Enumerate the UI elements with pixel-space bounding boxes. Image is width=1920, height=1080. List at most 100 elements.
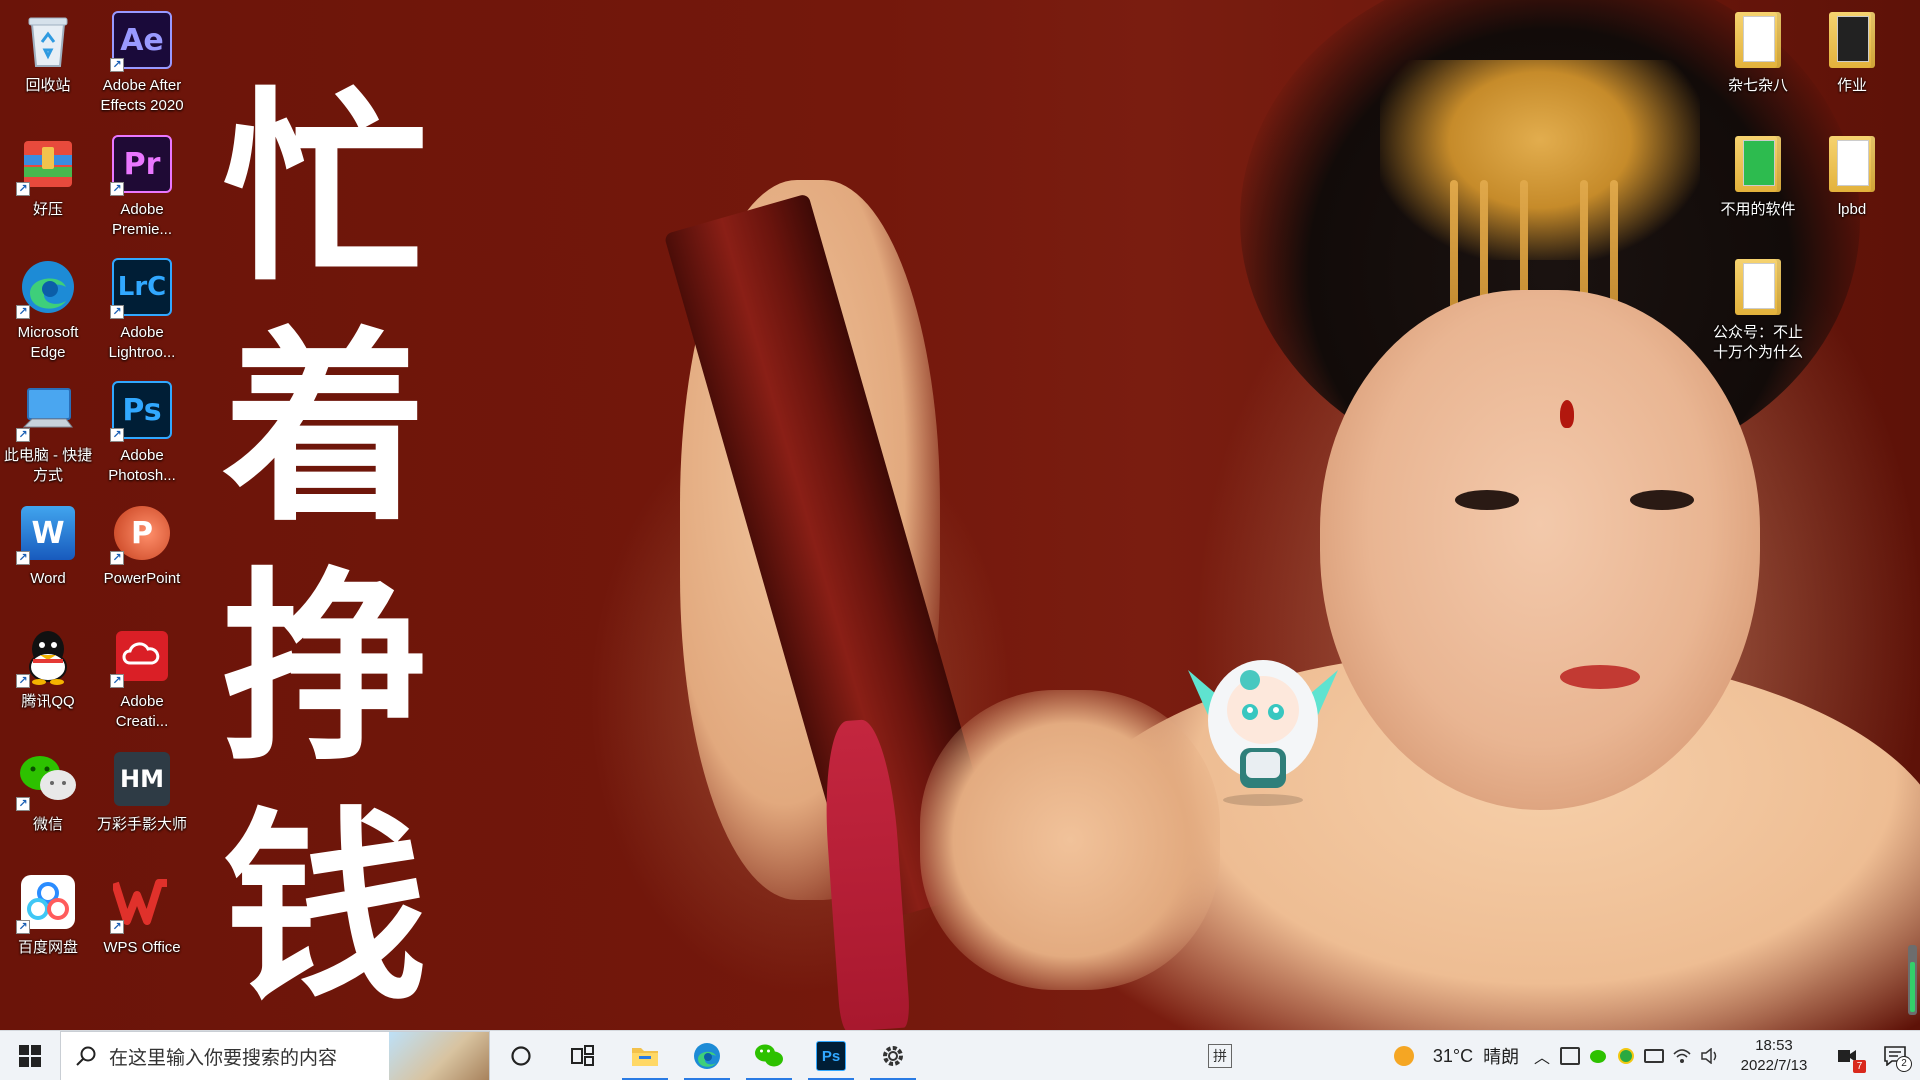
wallpaper-calligraphy: 忙 着 挣 钱 — [215, 70, 435, 1030]
haozip-icon: ↗ — [16, 134, 78, 196]
shortcut-arrow-icon: ↗ — [16, 182, 30, 196]
taskbar-edge[interactable] — [676, 1031, 738, 1080]
desktop-icon-label: 百度网盘 — [17, 939, 78, 956]
weather-widget-icon-wrap[interactable] — [1384, 1031, 1424, 1080]
tray-wifi[interactable] — [1668, 1031, 1696, 1080]
photoshop-icon: Ps ↗ — [110, 380, 172, 442]
tray-wechat[interactable] — [1584, 1031, 1612, 1080]
app-abbr: LrC — [117, 272, 167, 302]
wifi-icon — [1673, 1049, 1691, 1063]
wancai-icon: HM — [112, 749, 172, 809]
wallpaper-char: 挣 — [222, 551, 428, 789]
shortcut-arrow-icon: ↗ — [16, 674, 30, 688]
desktop-folder-unused-software[interactable]: 不用的软件 — [1710, 128, 1806, 240]
notification-badge: 7 — [1853, 1060, 1866, 1073]
desktop-icon-after-effects[interactable]: Ae ↗ Adobe After Effects 2020 — [94, 4, 190, 116]
tray-app-1[interactable] — [1556, 1031, 1584, 1080]
chevron-up-icon: ︿ — [1533, 1050, 1550, 1067]
desktop-folder-zaqizaba[interactable]: 杂七杂八 — [1710, 4, 1806, 116]
wallpaper-char: 忙 — [222, 71, 428, 309]
desktop-icon-label: 回收站 — [25, 77, 71, 94]
desktop-icon-label: 万彩手影大师 — [96, 816, 187, 833]
shortcut-arrow-icon: ↗ — [16, 797, 30, 811]
app-abbr: Ps — [821, 1047, 841, 1065]
desktop-icon-label: Adobe Premie... — [111, 201, 172, 238]
clock-time: 18:53 — [1755, 1037, 1793, 1054]
baidu-netdisk-icon: ↗ — [16, 872, 78, 934]
shortcut-arrow-icon: ↗ — [16, 428, 30, 442]
shortcut-arrow-icon: ↗ — [110, 58, 124, 72]
taskbar-settings[interactable] — [862, 1031, 924, 1080]
desktop-icon-wps[interactable]: ↗ WPS Office — [94, 866, 190, 978]
wechat-icon — [1590, 1049, 1606, 1063]
tray-green-app[interactable] — [1612, 1031, 1640, 1080]
desktop-folder-gongzhonghao[interactable]: 公众号：不止十万个为什么 — [1710, 251, 1806, 363]
battery-icon — [1644, 1049, 1664, 1063]
this-pc-icon: ↗ — [16, 380, 78, 442]
action-center-button[interactable]: 2 — [1870, 1031, 1920, 1080]
wallpaper-char: 着 — [222, 311, 428, 549]
desktop-icon-label: lpbd — [1837, 201, 1867, 218]
start-button[interactable] — [0, 1031, 60, 1080]
desktop-icon-wechat[interactable]: ↗ 微信 — [0, 743, 96, 855]
desktop-icon-label: Microsoft Edge — [17, 324, 79, 361]
desktop-icon-baidu-netdisk[interactable]: ↗ 百度网盘 — [0, 866, 96, 978]
desktop-icon-creative-cloud[interactable]: ↗ Adobe Creati... — [94, 620, 190, 732]
app-abbr: Pr — [123, 146, 161, 182]
desktop-icon-qq[interactable]: ↗ 腾讯QQ — [0, 620, 96, 732]
wallpaper-eye-left — [1455, 490, 1519, 510]
desktop-icon-label: 公众号：不止十万个为什么 — [1712, 324, 1803, 361]
ime-label: 拼 — [1213, 1048, 1227, 1064]
desktop-folder-lpbd[interactable]: lpbd — [1804, 128, 1900, 240]
show-hidden-icons-button[interactable]: ︿ — [1528, 1031, 1556, 1080]
taskbar-task-view[interactable] — [552, 1031, 614, 1080]
side-level-indicator — [1908, 945, 1917, 1015]
desktop-icon-photoshop[interactable]: Ps ↗ Adobe Photosh... — [94, 374, 190, 486]
desktop-icon-wancai[interactable]: HM 万彩手影大师 — [94, 743, 190, 855]
wps-icon: ↗ — [110, 872, 172, 934]
app-abbr: HM — [120, 765, 164, 793]
taskbar-file-explorer[interactable] — [614, 1031, 676, 1080]
desktop-icon-lightroom[interactable]: LrC ↗ Adobe Lightroo... — [94, 251, 190, 363]
desktop-icon-edge[interactable]: ↗ Microsoft Edge — [0, 251, 96, 363]
tray-battery[interactable] — [1640, 1031, 1668, 1080]
wallpaper-eye-right — [1630, 490, 1694, 510]
desktop-icon-recycle-bin[interactable]: 回收站 — [0, 4, 96, 116]
desktop-icon-label: Adobe After Effects 2020 — [100, 77, 184, 114]
taskbar-photoshop[interactable]: Ps — [800, 1031, 862, 1080]
tray-green-app-icon — [1618, 1048, 1634, 1064]
desktop-icon-premiere[interactable]: Pr ↗ Adobe Premie... — [94, 128, 190, 240]
tray-volume[interactable] — [1696, 1031, 1724, 1080]
windows-logo-icon — [19, 1045, 41, 1067]
taskbar-wechat[interactable] — [738, 1031, 800, 1080]
taskbar-cortana[interactable] — [490, 1031, 552, 1080]
desktop-icon-label: Word — [30, 570, 66, 587]
desktop-icon-label: 微信 — [32, 816, 63, 833]
desktop-icon-haozip[interactable]: ↗ 好压 — [0, 128, 96, 240]
weather-temp: 31°C — [1432, 1045, 1474, 1066]
clock-date: 2022/7/13 — [1740, 1057, 1808, 1074]
word-icon: W ↗ — [16, 503, 78, 565]
desktop-icon-this-pc[interactable]: ↗ 此电脑 - 快捷方式 — [0, 374, 96, 486]
app-abbr: P — [131, 515, 153, 551]
wechat-icon — [755, 1044, 783, 1067]
gear-icon — [883, 1046, 903, 1066]
clock[interactable]: 18:53 2022/7/13 — [1724, 1031, 1824, 1080]
app-abbr: Ps — [122, 392, 162, 428]
desktop-folder-zuoye[interactable]: 作业 — [1804, 4, 1900, 116]
search-icon — [76, 1046, 96, 1066]
action-center-badge: 2 — [1896, 1056, 1912, 1072]
desktop-pet-mascot[interactable] — [1178, 640, 1348, 810]
weather-widget[interactable]: 31°C 晴朗 — [1424, 1031, 1528, 1080]
shortcut-arrow-icon: ↗ — [110, 182, 124, 196]
after-effects-icon: Ae ↗ — [110, 10, 172, 72]
ime-indicator[interactable]: 拼 — [1208, 1044, 1232, 1068]
meet-now-button[interactable]: 7 — [1824, 1031, 1870, 1080]
photoshop-icon: Ps — [816, 1041, 846, 1071]
desktop-icon-powerpoint[interactable]: P ↗ PowerPoint — [94, 497, 190, 609]
search-placeholder: 在这里输入你要搜索的内容 — [109, 1047, 338, 1069]
desktop-icon-word[interactable]: W ↗ Word — [0, 497, 96, 609]
desktop-icon-label: 此电脑 - 快捷方式 — [3, 447, 93, 484]
shortcut-arrow-icon: ↗ — [110, 674, 124, 688]
taskbar-search-box[interactable]: 在这里输入你要搜索的内容 — [60, 1031, 490, 1080]
